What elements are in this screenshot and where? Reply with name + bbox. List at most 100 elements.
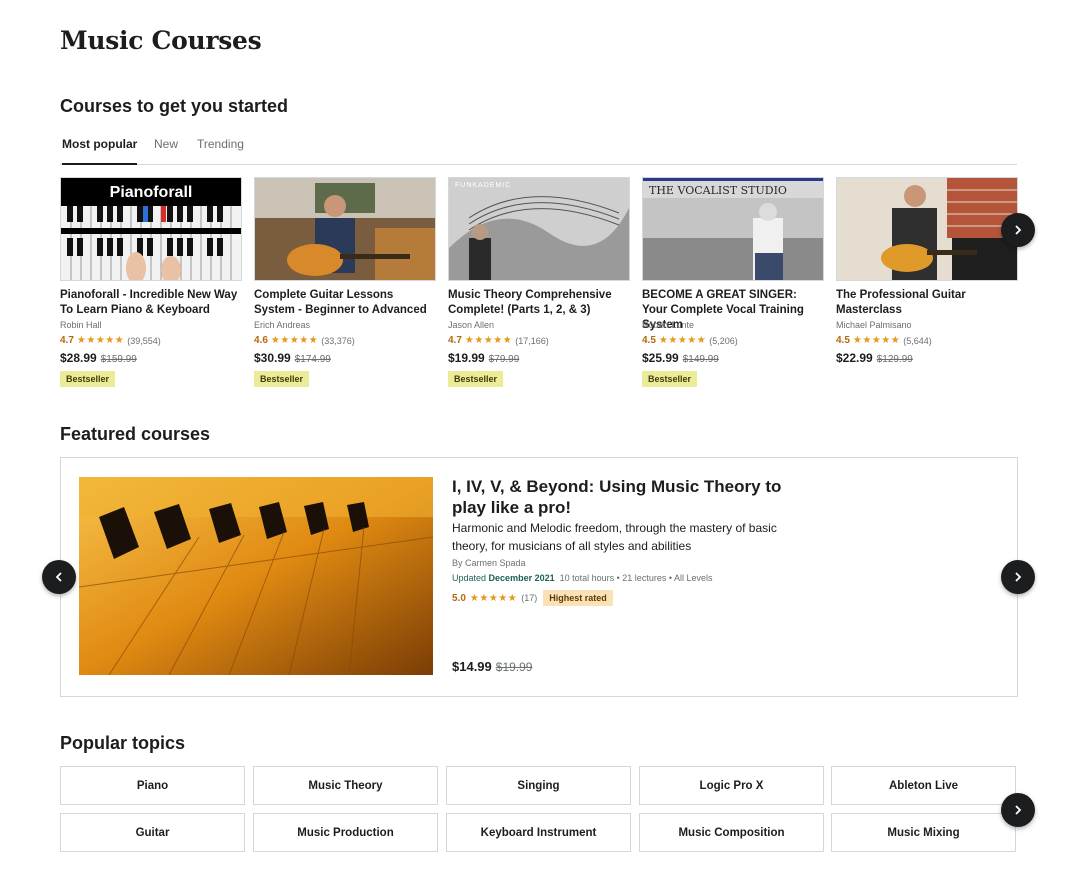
course-title[interactable]: BECOME A GREAT SINGER: Your Complete Voc… xyxy=(642,288,824,331)
course-title[interactable]: Complete Guitar Lessons System - Beginne… xyxy=(254,288,436,318)
course-instructor: Jason Allen xyxy=(448,320,495,330)
piano-keys-image xyxy=(79,477,433,675)
bestseller-badge: Bestseller xyxy=(254,371,310,387)
current-price: $28.99 xyxy=(60,351,97,365)
current-price: $30.99 xyxy=(254,351,291,365)
course-price: $22.99 $129.99 xyxy=(836,351,1018,365)
chevron-left-icon xyxy=(55,572,62,582)
topic-piano[interactable]: Piano xyxy=(60,766,245,805)
featured-course-author: By Carmen Spada xyxy=(452,558,526,568)
thumbnail-logo-text: THE VOCALIST STUDIO xyxy=(649,184,787,197)
tab-new[interactable]: New xyxy=(154,137,178,151)
current-price: $19.99 xyxy=(448,351,485,365)
page-title: Music Courses xyxy=(60,26,262,55)
course-title[interactable]: Pianoforall - Incredible New Way To Lear… xyxy=(60,288,242,318)
topic-singing[interactable]: Singing xyxy=(446,766,631,805)
rating-value: 4.6 xyxy=(254,335,268,346)
course-price: $19.99 $79.99 xyxy=(448,351,630,365)
course-thumbnail[interactable]: Pianoforall xyxy=(60,177,242,281)
topic-ableton-live[interactable]: Ableton Live xyxy=(831,766,1016,805)
carousel-next-button[interactable] xyxy=(1001,213,1035,247)
thumbnail-logo-text: Pianoforall xyxy=(109,184,193,201)
course-rating: 4.5 ★★★★★ (5,644) xyxy=(836,335,1018,346)
original-price: $19.99 xyxy=(495,660,533,674)
star-rating-icon: ★★★★★ xyxy=(76,335,125,346)
original-price: $174.99 xyxy=(294,354,331,365)
course-thumbnail[interactable] xyxy=(836,177,1018,281)
course-card[interactable]: FUNKADEMIC Music Theory Comprehensive Co… xyxy=(448,177,630,387)
course-card[interactable]: Pianoforall Pianoforall - Incredible New… xyxy=(60,177,242,387)
course-instructor: Michael Palmisano xyxy=(836,320,912,330)
original-price: $159.99 xyxy=(100,354,137,365)
current-price: $25.99 xyxy=(642,351,679,365)
bestseller-badge: Bestseller xyxy=(448,371,504,387)
section-title-topics: Popular topics xyxy=(60,733,186,753)
course-title[interactable]: Music Theory Comprehensive Complete! (Pa… xyxy=(448,288,630,318)
course-thumbnail[interactable] xyxy=(254,177,436,281)
tab-most-popular[interactable]: Most popular xyxy=(62,137,138,165)
course-price: $25.99 $149.99 xyxy=(642,351,824,365)
thumbnail-logo-text: FUNKADEMIC xyxy=(455,182,512,189)
bestseller-badge: Bestseller xyxy=(60,371,116,387)
topic-music-composition[interactable]: Music Composition xyxy=(639,813,824,852)
rating-count: (33,376) xyxy=(321,335,355,346)
course-instructor: Robert Lunte xyxy=(642,320,695,330)
star-rating-icon: ★★★★★ xyxy=(270,335,319,346)
course-instructor: Robin Hall xyxy=(60,320,102,330)
current-price: $22.99 xyxy=(836,351,873,365)
course-thumbnail[interactable]: THE VOCALIST STUDIO xyxy=(642,177,824,281)
course-rating: 4.5 ★★★★★ (5,206) xyxy=(642,335,824,346)
singer-image xyxy=(643,198,823,280)
piano-keys-image xyxy=(61,206,241,280)
rating-value: 4.7 xyxy=(60,335,74,346)
star-rating-icon: ★★★★★ xyxy=(469,592,518,604)
topic-guitar[interactable]: Guitar xyxy=(60,813,245,852)
featured-next-button[interactable] xyxy=(1001,560,1035,594)
course-instructor: Erich Andreas xyxy=(254,320,311,330)
course-card[interactable]: The Professional Guitar Masterclass Mich… xyxy=(836,177,1018,365)
course-thumbnail[interactable]: FUNKADEMIC xyxy=(448,177,630,281)
course-rating: 4.7 ★★★★★ (39,554) xyxy=(60,335,242,346)
tab-trending[interactable]: Trending xyxy=(197,137,244,151)
guitar-lesson-image xyxy=(255,178,435,280)
rating-value: 4.5 xyxy=(836,335,850,346)
topics-next-button[interactable] xyxy=(1001,793,1035,827)
topic-music-theory[interactable]: Music Theory xyxy=(253,766,438,805)
featured-course-image[interactable] xyxy=(79,477,433,675)
current-price: $14.99 xyxy=(452,659,492,674)
rating-count: (17,166) xyxy=(515,335,549,346)
featured-prev-button[interactable] xyxy=(42,560,76,594)
course-title[interactable]: The Professional Guitar Masterclass xyxy=(836,288,1018,318)
rating-value: 4.7 xyxy=(448,335,462,346)
highest-rated-badge: Highest rated xyxy=(543,590,613,606)
star-rating-icon: ★★★★★ xyxy=(852,335,901,346)
featured-course-meta: Updated December 2021 10 total hours • 2… xyxy=(452,573,713,583)
course-card[interactable]: Complete Guitar Lessons System - Beginne… xyxy=(254,177,436,387)
star-rating-icon: ★★★★★ xyxy=(464,335,513,346)
original-price: $129.99 xyxy=(876,354,913,365)
bestseller-badge: Bestseller xyxy=(642,371,698,387)
course-price: $30.99 $174.99 xyxy=(254,351,436,365)
chevron-right-icon xyxy=(1015,225,1022,235)
course-card[interactable]: THE VOCALIST STUDIO BECOME A GREAT SINGE… xyxy=(642,177,824,387)
topic-logic-pro-x[interactable]: Logic Pro X xyxy=(639,766,824,805)
course-rating: 4.6 ★★★★★ (33,376) xyxy=(254,335,436,346)
star-rating-icon: ★★★★★ xyxy=(658,335,707,346)
course-rating: 4.7 ★★★★★ (17,166) xyxy=(448,335,630,346)
featured-course-price: $14.99 $19.99 xyxy=(452,659,532,674)
section-title-featured: Featured courses xyxy=(60,424,211,444)
topic-keyboard-instrument[interactable]: Keyboard Instrument xyxy=(446,813,631,852)
featured-course-title[interactable]: I, IV, V, & Beyond: Using Music Theory t… xyxy=(452,476,792,518)
course-price: $28.99 $159.99 xyxy=(60,351,242,365)
section-title-started: Courses to get you started xyxy=(60,96,289,116)
featured-course-rating: 5.0 ★★★★★ (17) Highest rated xyxy=(452,590,613,606)
rating-count: (5,206) xyxy=(709,335,738,346)
topic-music-production[interactable]: Music Production xyxy=(253,813,438,852)
featured-course-description: Harmonic and Melodic freedom, through th… xyxy=(452,521,777,553)
rating-count: (5,644) xyxy=(903,335,932,346)
rating-count: (39,554) xyxy=(127,335,161,346)
rating-value: 4.5 xyxy=(642,335,656,346)
chevron-right-icon xyxy=(1015,572,1022,582)
guitar-masterclass-image xyxy=(837,178,1017,280)
topic-music-mixing[interactable]: Music Mixing xyxy=(831,813,1016,852)
